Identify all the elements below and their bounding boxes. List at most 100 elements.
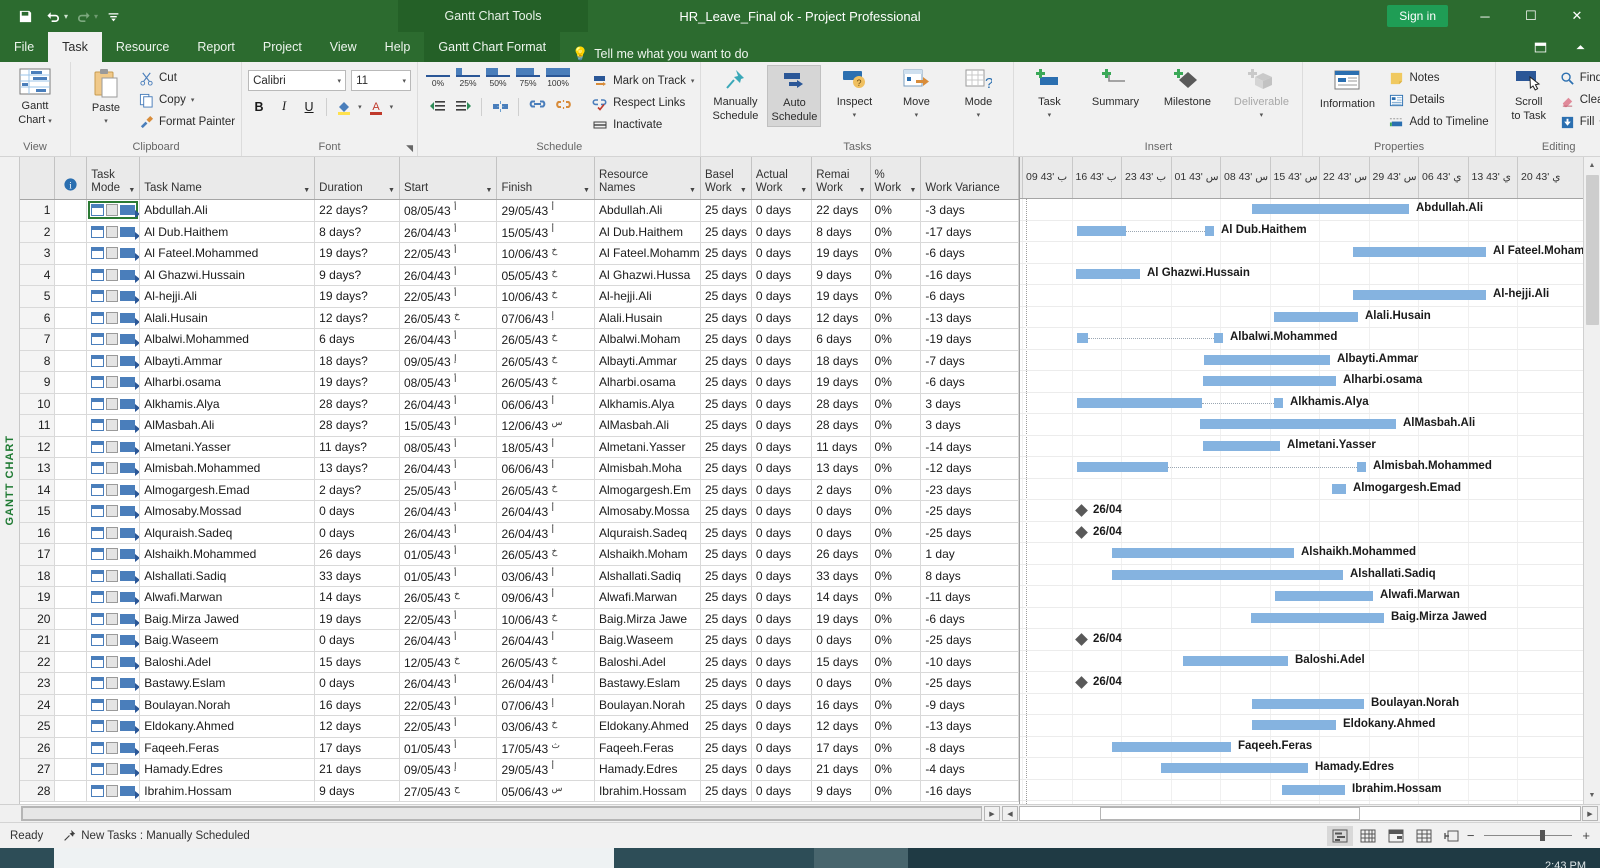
row-task-name[interactable]: Al Fateel.Mohammed xyxy=(139,242,316,265)
gantt-bar[interactable] xyxy=(1203,376,1336,386)
row-baseline-work[interactable]: 25 days xyxy=(700,457,752,480)
column-header-duration[interactable]: Duration ▼ xyxy=(314,157,400,200)
table-row[interactable]: 22 Baloshi.Adel 15 days 12/05/43 خ 26/05/43… xyxy=(20,651,1019,673)
row-duration[interactable]: 11 days? xyxy=(314,436,400,458)
row-start[interactable]: 09/05/43 إ xyxy=(399,350,498,372)
insert-milestone-button[interactable]: Milestone xyxy=(1152,65,1222,111)
row-percent-work[interactable]: 0% xyxy=(870,328,922,351)
gantt-milestone[interactable] xyxy=(1075,525,1088,539)
split-task-button[interactable] xyxy=(489,96,511,117)
chevron-down-icon[interactable]: ▾ xyxy=(403,77,407,85)
row-duration[interactable]: 0 days xyxy=(314,672,400,695)
row-task-name[interactable]: Almogargesh.Emad xyxy=(139,479,316,501)
row-resource-names[interactable]: Albayti.Ammar xyxy=(594,350,701,372)
row-indicator[interactable] xyxy=(54,651,88,673)
row-percent-work[interactable]: 0% xyxy=(870,522,922,544)
task-mode-icons[interactable] xyxy=(88,201,139,219)
row-baseline-work[interactable]: 25 days xyxy=(700,328,752,351)
tell-me-box[interactable]: 💡 Tell me what you want to do xyxy=(572,46,748,62)
row-work-variance[interactable]: -25 days xyxy=(920,500,1019,523)
taskbar-app-1[interactable] xyxy=(614,848,814,868)
row-task-mode[interactable] xyxy=(86,242,141,265)
row-remaining-work[interactable]: 0 days xyxy=(811,500,871,523)
minimize-button[interactable]: ─ xyxy=(1462,0,1508,32)
row-remaining-work[interactable]: 22 days xyxy=(811,199,871,222)
table-scroll-thumb[interactable] xyxy=(22,807,982,820)
row-task-name[interactable]: Almetani.Yasser xyxy=(139,436,316,458)
row-indicator[interactable] xyxy=(54,393,88,415)
chart-scroll-right-arrow-icon[interactable]: ▶ xyxy=(1582,806,1598,821)
taskbar-search[interactable] xyxy=(54,848,614,868)
row-indicator[interactable] xyxy=(54,328,88,351)
row-indicator[interactable] xyxy=(54,672,88,695)
row-finish[interactable]: 26/05/43 خ xyxy=(496,328,595,351)
table-scroll-track[interactable] xyxy=(21,806,982,821)
mark-on-track-button[interactable]: Mark on Track ▾ xyxy=(592,70,694,92)
task-mode-icons[interactable] xyxy=(91,526,139,541)
row-task-name[interactable]: Abdullah.Ali xyxy=(139,199,316,222)
gantt-bar[interactable] xyxy=(1076,268,1140,279)
row-task-name[interactable]: Bastawy.Eslam xyxy=(139,672,316,695)
row-start[interactable]: 26/05/43 خ xyxy=(399,586,498,609)
row-percent-work[interactable]: 0% xyxy=(870,371,922,394)
gantt-bar[interactable] xyxy=(1332,483,1346,494)
gantt-chart-button[interactable]: Gantt Chart ▾ xyxy=(6,65,64,131)
row-indicator[interactable] xyxy=(54,522,88,544)
task-mode-icons[interactable] xyxy=(91,462,139,477)
chevron-down-icon[interactable]: ▾ xyxy=(191,96,195,104)
row-duration[interactable]: 0 days xyxy=(314,522,400,544)
link-tasks-button[interactable] xyxy=(526,96,548,117)
tab-resource[interactable]: Resource xyxy=(102,32,184,62)
row-finish[interactable]: 15/05/43 أ xyxy=(496,221,595,243)
row-task-mode[interactable] xyxy=(86,758,141,781)
row-resource-names[interactable]: Abdullah.Ali xyxy=(594,199,701,222)
row-indicator[interactable] xyxy=(54,629,88,652)
filter-arrow-icon[interactable]: ▼ xyxy=(388,187,395,195)
row-resource-names[interactable]: Al Ghazwi.Hussa xyxy=(594,264,701,286)
gantt-chart-canvas[interactable]: Ouedkniss.com Abdullah.AliAl Dub.Haithem… xyxy=(1020,199,1583,804)
row-work-variance[interactable]: -6 days xyxy=(920,285,1019,308)
chevron-down-icon[interactable]: ▾ xyxy=(691,77,695,85)
row-id[interactable]: 23 xyxy=(20,672,56,695)
row-actual-work[interactable]: 0 days xyxy=(751,672,813,695)
table-row[interactable]: 3 Al Fateel.Mohammed 19 days? 22/05/43 أ 10… xyxy=(20,242,1019,265)
row-start[interactable]: 08/05/43 أ xyxy=(399,371,498,394)
task-mode-icons[interactable] xyxy=(91,247,139,262)
row-task-name[interactable]: Eldokany.Ahmed xyxy=(139,715,316,738)
table-row[interactable]: 5 Al-hejji.Ali 19 days? 22/05/43 أ 10/06/43… xyxy=(20,285,1019,308)
table-row[interactable]: 2 Al Dub.Haithem 8 days? 26/04/43 أ 15/05/4… xyxy=(20,221,1019,243)
row-actual-work[interactable]: 0 days xyxy=(751,199,813,222)
row-duration[interactable]: 18 days? xyxy=(314,350,400,372)
tab-project[interactable]: Project xyxy=(249,32,316,62)
row-resource-names[interactable]: Albalwi.Moham xyxy=(594,328,701,351)
percent-100-button[interactable]: 100% xyxy=(544,68,572,88)
row-resource-names[interactable]: Al Dub.Haithem xyxy=(594,221,701,243)
row-resource-names[interactable]: Al-hejji.Ali xyxy=(594,285,701,308)
row-id[interactable]: 16 xyxy=(20,522,56,544)
row-actual-work[interactable]: 0 days xyxy=(751,608,813,630)
row-baseline-work[interactable]: 25 days xyxy=(700,350,752,372)
row-baseline-work[interactable]: 25 days xyxy=(700,371,752,394)
row-work-variance[interactable]: -7 days xyxy=(920,350,1019,372)
row-work-variance[interactable]: -12 days xyxy=(920,457,1019,480)
row-id[interactable]: 18 xyxy=(20,565,56,587)
task-mode-icons[interactable] xyxy=(91,268,139,283)
row-resource-names[interactable]: AlMasbah.Ali xyxy=(594,414,701,437)
row-actual-work[interactable]: 0 days xyxy=(751,242,813,265)
row-id[interactable]: 9 xyxy=(20,371,56,394)
task-mode-icons[interactable] xyxy=(91,311,139,326)
row-task-mode[interactable] xyxy=(86,565,141,587)
row-percent-work[interactable]: 0% xyxy=(870,608,922,630)
task-mode-icons[interactable] xyxy=(91,634,139,649)
row-id[interactable]: 6 xyxy=(20,307,56,329)
taskbar-app-active[interactable] xyxy=(814,848,908,868)
row-duration[interactable]: 26 days xyxy=(314,543,400,566)
font-color-button[interactable]: A xyxy=(365,96,387,117)
row-id[interactable]: 5 xyxy=(20,285,56,308)
row-percent-work[interactable]: 0% xyxy=(870,500,922,523)
gantt-bar[interactable] xyxy=(1161,763,1308,773)
row-id[interactable]: 10 xyxy=(20,393,56,415)
row-work-variance[interactable]: -19 days xyxy=(920,328,1019,351)
row-remaining-work[interactable]: 9 days xyxy=(811,780,871,802)
table-row[interactable]: 16 Alquraish.Sadeq 0 days 26/04/43 أ 26/04/… xyxy=(20,522,1019,544)
